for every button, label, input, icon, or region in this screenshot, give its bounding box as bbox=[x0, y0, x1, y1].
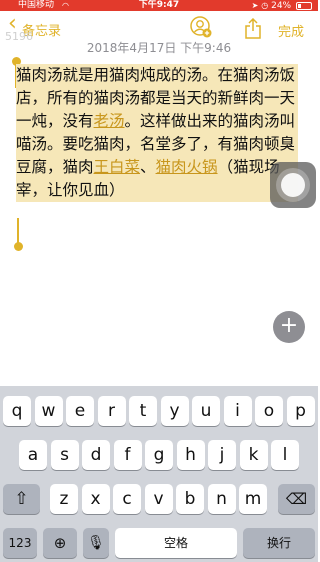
assistive-center bbox=[281, 173, 305, 197]
numbers-key[interactable]: 123 bbox=[3, 528, 37, 558]
key-v[interactable]: v bbox=[144, 484, 173, 514]
note-date: 2018年4月17日 下午9:46 bbox=[86, 41, 232, 55]
key-d[interactable]: d bbox=[82, 440, 110, 470]
keyboard: ⇧ ⌫ 123 ⊕ 🎙 空格 换行 qwertyuiop asdfghjkl zxc… bbox=[0, 386, 318, 562]
key-b[interactable]: b bbox=[176, 484, 204, 514]
key-x[interactable]: x bbox=[81, 484, 110, 514]
key-c[interactable]: c bbox=[113, 484, 141, 514]
key-e[interactable]: e bbox=[66, 396, 94, 426]
note-link[interactable]: 老汤 bbox=[94, 112, 125, 130]
key-p[interactable]: p bbox=[286, 396, 315, 426]
return-key[interactable]: 换行 bbox=[243, 528, 315, 558]
key-o[interactable]: o bbox=[255, 396, 283, 426]
key-w[interactable]: w bbox=[34, 396, 63, 426]
add-button[interactable]: + bbox=[273, 311, 305, 343]
status-bar: 中国移动 ◠ 下午9:47 ➤ ◷ 24% bbox=[0, 0, 318, 11]
key-f[interactable]: f bbox=[113, 440, 142, 470]
shift-key[interactable]: ⇧ bbox=[3, 484, 40, 514]
key-q[interactable]: q bbox=[3, 396, 31, 426]
share-icon[interactable] bbox=[244, 17, 262, 40]
done-button[interactable]: 完成 bbox=[278, 21, 304, 40]
key-k[interactable]: k bbox=[239, 440, 268, 470]
key-n[interactable]: n bbox=[207, 484, 236, 514]
key-z[interactable]: z bbox=[50, 484, 78, 514]
note-body[interactable]: 猫肉汤就是用猫肉炖成的汤。在猫肉汤饭店，所有的猫肉汤都是当天的新鲜肉一天一炖，没… bbox=[16, 64, 298, 202]
note-text: 、 bbox=[140, 158, 156, 176]
note-link[interactable]: 王白菜 bbox=[94, 158, 141, 176]
key-t[interactable]: t bbox=[129, 396, 157, 426]
selection-end-bar bbox=[17, 218, 19, 244]
key-y[interactable]: y bbox=[160, 396, 189, 426]
alarm-icon: ◷ bbox=[261, 1, 269, 10]
key-m[interactable]: m bbox=[239, 484, 267, 514]
key-j[interactable]: j bbox=[208, 440, 236, 470]
battery-icon bbox=[296, 1, 312, 10]
battery-percent: 24% bbox=[271, 1, 292, 11]
key-g[interactable]: g bbox=[145, 440, 173, 470]
delete-key[interactable]: ⌫ bbox=[278, 484, 315, 514]
globe-key[interactable]: ⊕ bbox=[43, 528, 77, 558]
microphone-key[interactable]: 🎙 bbox=[83, 528, 109, 558]
selection-end-handle[interactable] bbox=[14, 242, 23, 251]
add-person-icon[interactable] bbox=[190, 16, 212, 38]
location-icon: ➤ bbox=[251, 1, 259, 10]
key-s[interactable]: s bbox=[50, 440, 79, 470]
assistive-touch-button[interactable] bbox=[270, 162, 316, 208]
key-l[interactable]: l bbox=[271, 440, 299, 470]
note-link[interactable]: 猫肉火锅 bbox=[156, 158, 218, 176]
key-r[interactable]: r bbox=[97, 396, 126, 426]
key-u[interactable]: u bbox=[192, 396, 220, 426]
key-a[interactable]: a bbox=[19, 440, 47, 470]
space-key[interactable]: 空格 bbox=[115, 528, 237, 558]
key-h[interactable]: h bbox=[176, 440, 205, 470]
key-i[interactable]: i bbox=[223, 396, 252, 426]
